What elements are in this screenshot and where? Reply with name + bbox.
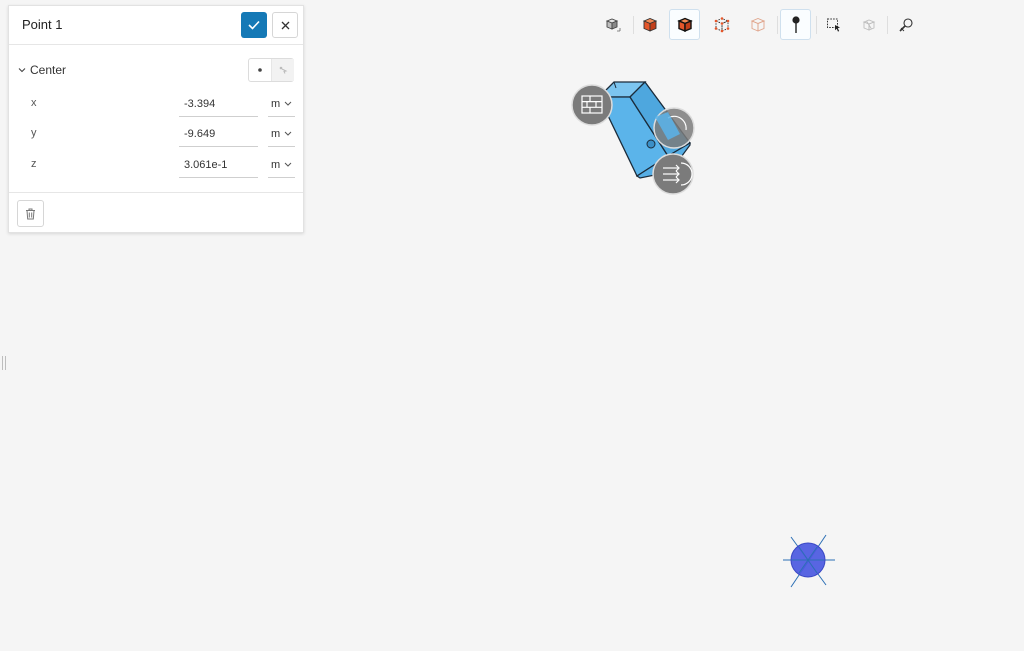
coordinate-label: x [31,97,37,109]
delete-button[interactable] [17,200,44,227]
solid-edges-box-icon [676,17,693,32]
trash-icon [26,208,35,219]
y-unit-select[interactable]: m [268,122,295,147]
panel-header: Point 1 [9,6,303,45]
center-mode-toggle [248,58,294,82]
coordinate-row-y: y m [9,120,303,150]
panel-footer [9,192,303,233]
point-properties-panel: Point 1 Center x -3.394 m y -9.649 m z 3… [8,5,304,233]
toolbar-box-select-button[interactable] [818,9,849,40]
x-unit-select[interactable]: m [268,92,295,117]
chevron-down-icon [18,68,26,73]
toolbar-point-button[interactable] [780,9,811,40]
dot-icon [258,68,262,72]
y-coordinate-input[interactable] [179,122,258,147]
pick-mode-option[interactable] [272,59,294,81]
vertex-box-icon [714,16,729,32]
confirm-button[interactable] [241,12,267,38]
chevron-down-icon [284,131,292,136]
coordinate-label: y [31,127,37,139]
inlet-boundary-badge[interactable] [652,153,694,195]
view-cube-icon [605,18,620,31]
coordinate-row-x: x m [9,90,303,120]
close-icon [281,21,289,29]
panel-title: Point 1 [22,17,63,32]
chevron-down-icon [284,162,292,167]
checkmark-icon [248,20,260,30]
solid-box-icon [642,17,657,32]
point-mode-option[interactable] [249,59,272,81]
center-section-header[interactable]: Center [9,58,303,84]
panel-resize-handle[interactable] [2,356,6,370]
coordinate-label: z [31,158,37,170]
search-tool-icon [898,17,913,32]
box-select-icon [826,18,840,32]
z-unit-select[interactable]: m [268,153,295,178]
close-button[interactable] [272,12,298,38]
3d-viewport[interactable]: Point 1 Center x -3.394 m y -9.649 m z 3… [0,0,1024,651]
point-marker[interactable] [783,534,835,588]
toolbar-solid-button[interactable] [634,9,665,40]
point-pin-icon [791,15,800,33]
toolbar-hidden-button[interactable] [853,9,884,40]
x-coordinate-input[interactable] [179,92,258,117]
coordinate-row-z: z m [9,151,303,181]
toolbar-solid-edges-button[interactable] [669,9,700,40]
toolbar-transparent-button[interactable] [742,9,773,40]
view-toolbar [594,8,924,41]
hidden-box-icon [862,19,875,31]
z-coordinate-input[interactable] [179,153,258,178]
toolbar-search-tool-button[interactable] [890,9,921,40]
toolbar-view-cube-button[interactable] [596,9,627,40]
wall-boundary-badge[interactable] [571,84,613,126]
chevron-down-icon [284,101,292,106]
pointer-icon [279,66,288,74]
outlet-boundary-badge[interactable] [653,107,695,149]
toolbar-vertices-button[interactable] [706,9,737,40]
transparent-box-icon [750,17,765,32]
section-label: Center [30,63,67,77]
